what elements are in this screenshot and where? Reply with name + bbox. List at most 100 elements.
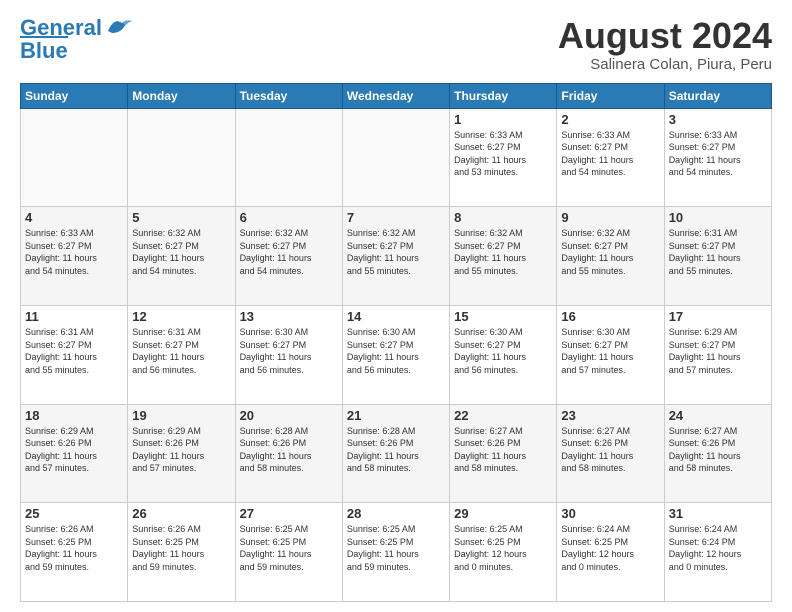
calendar-cell bbox=[235, 108, 342, 207]
day-number: 6 bbox=[240, 210, 338, 225]
logo-bird-icon bbox=[104, 15, 134, 37]
day-number: 15 bbox=[454, 309, 552, 324]
day-info: Sunrise: 6:33 AMSunset: 6:27 PMDaylight:… bbox=[669, 129, 767, 179]
calendar-cell: 3 Sunrise: 6:33 AMSunset: 6:27 PMDaylight… bbox=[664, 108, 771, 207]
calendar-cell: 26Sunrise: 6:26 AMSunset: 6:25 PMDayligh… bbox=[128, 503, 235, 602]
calendar-cell: 14 Sunrise: 6:30 AMSunset: 6:27 PMDayligh… bbox=[342, 305, 449, 404]
day-number: 5 bbox=[132, 210, 230, 225]
day-info: Sunrise: 6:28 AMSunset: 6:26 PMDaylight:… bbox=[347, 425, 445, 475]
day-header-monday: Monday bbox=[128, 83, 235, 108]
day-info: Sunrise: 6:33 AMSunset: 6:27 PMDaylight:… bbox=[25, 227, 123, 277]
day-info: Sunrise: 6:32 AMSunset: 6:27 PMDaylight:… bbox=[561, 227, 659, 277]
title-block: August 2024 Salinera Colan, Piura, Peru bbox=[558, 16, 772, 73]
day-number: 27 bbox=[240, 506, 338, 521]
calendar-cell: 5 Sunrise: 6:32 AMSunset: 6:27 PMDaylight… bbox=[128, 207, 235, 306]
day-number: 17 bbox=[669, 309, 767, 324]
calendar-cell: 12 Sunrise: 6:31 AMSunset: 6:27 PMDayligh… bbox=[128, 305, 235, 404]
day-info: Sunrise: 6:33 AMSunset: 6:27 PMDaylight:… bbox=[561, 129, 659, 179]
day-number: 23 bbox=[561, 408, 659, 423]
day-number: 14 bbox=[347, 309, 445, 324]
week-row-4: 18 Sunrise: 6:29 AMSunset: 6:26 PMDayligh… bbox=[21, 404, 772, 503]
day-info: Sunrise: 6:25 AMSunset: 6:25 PMDaylight:… bbox=[240, 523, 338, 573]
day-number: 10 bbox=[669, 210, 767, 225]
week-row-2: 4 Sunrise: 6:33 AMSunset: 6:27 PMDaylight… bbox=[21, 207, 772, 306]
day-header-thursday: Thursday bbox=[450, 83, 557, 108]
week-row-1: 1 Sunrise: 6:33 AMSunset: 6:27 PMDaylight… bbox=[21, 108, 772, 207]
calendar-cell: 1Sunrise: 6:33 AMSunset: 6:27 PMDaylight… bbox=[450, 108, 557, 207]
calendar-cell: 27 Sunrise: 6:25 AMSunset: 6:25 PMDayligh… bbox=[235, 503, 342, 602]
calendar-cell: 31 Sunrise: 6:24 AMSunset: 6:24 PMDayligh… bbox=[664, 503, 771, 602]
day-number: 19 bbox=[132, 408, 230, 423]
day-number: 16 bbox=[561, 309, 659, 324]
calendar-cell: 13 Sunrise: 6:30 AMSunset: 6:27 PMDayligh… bbox=[235, 305, 342, 404]
day-info: Sunrise: 6:32 AMSunset: 6:27 PMDaylight:… bbox=[347, 227, 445, 277]
day-number: 13 bbox=[240, 309, 338, 324]
day-info: Sunrise: 6:32 AMSunset: 6:27 PMDaylight:… bbox=[454, 227, 552, 277]
day-info: Sunrise: 6:27 AMSunset: 6:26 PMDaylight:… bbox=[669, 425, 767, 475]
day-header-saturday: Saturday bbox=[664, 83, 771, 108]
day-info: Sunrise: 6:31 AMSunset: 6:27 PMDaylight:… bbox=[25, 326, 123, 376]
calendar-cell: 28 Sunrise: 6:25 AMSunset: 6:25 PMDayligh… bbox=[342, 503, 449, 602]
calendar-cell bbox=[128, 108, 235, 207]
day-info: Sunrise: 6:30 AMSunset: 6:27 PMDaylight:… bbox=[240, 326, 338, 376]
month-title: August 2024 bbox=[558, 16, 772, 56]
days-header-row: SundayMondayTuesdayWednesdayThursdayFrid… bbox=[21, 83, 772, 108]
calendar-cell: 6Sunrise: 6:32 AMSunset: 6:27 PMDaylight… bbox=[235, 207, 342, 306]
day-number: 8 bbox=[454, 210, 552, 225]
day-info: Sunrise: 6:25 AMSunset: 6:25 PMDaylight:… bbox=[454, 523, 552, 573]
calendar-cell: 19Sunrise: 6:29 AMSunset: 6:26 PMDayligh… bbox=[128, 404, 235, 503]
calendar-cell: 15 Sunrise: 6:30 AMSunset: 6:27 PMDayligh… bbox=[450, 305, 557, 404]
day-number: 4 bbox=[25, 210, 123, 225]
day-info: Sunrise: 6:25 AMSunset: 6:25 PMDaylight:… bbox=[347, 523, 445, 573]
day-info: Sunrise: 6:24 AMSunset: 6:24 PMDaylight:… bbox=[669, 523, 767, 573]
page: General Blue August 2024 Salinera Colan,… bbox=[0, 0, 792, 612]
subtitle: Salinera Colan, Piura, Peru bbox=[558, 56, 772, 73]
week-row-3: 11 Sunrise: 6:31 AMSunset: 6:27 PMDayligh… bbox=[21, 305, 772, 404]
day-info: Sunrise: 6:24 AMSunset: 6:25 PMDaylight:… bbox=[561, 523, 659, 573]
calendar-cell: 10Sunrise: 6:31 AMSunset: 6:27 PMDayligh… bbox=[664, 207, 771, 306]
day-number: 2 bbox=[561, 112, 659, 127]
day-number: 28 bbox=[347, 506, 445, 521]
calendar-cell: 11 Sunrise: 6:31 AMSunset: 6:27 PMDayligh… bbox=[21, 305, 128, 404]
calendar-cell bbox=[342, 108, 449, 207]
day-number: 22 bbox=[454, 408, 552, 423]
week-row-5: 25 Sunrise: 6:26 AMSunset: 6:25 PMDayligh… bbox=[21, 503, 772, 602]
day-number: 7 bbox=[347, 210, 445, 225]
day-info: Sunrise: 6:27 AMSunset: 6:26 PMDaylight:… bbox=[454, 425, 552, 475]
day-header-friday: Friday bbox=[557, 83, 664, 108]
day-info: Sunrise: 6:32 AMSunset: 6:27 PMDaylight:… bbox=[132, 227, 230, 277]
day-header-tuesday: Tuesday bbox=[235, 83, 342, 108]
header: General Blue August 2024 Salinera Colan,… bbox=[20, 16, 772, 73]
day-info: Sunrise: 6:30 AMSunset: 6:27 PMDaylight:… bbox=[347, 326, 445, 376]
day-number: 21 bbox=[347, 408, 445, 423]
day-number: 30 bbox=[561, 506, 659, 521]
calendar-cell: 23 Sunrise: 6:27 AMSunset: 6:26 PMDayligh… bbox=[557, 404, 664, 503]
calendar-cell: 17 Sunrise: 6:29 AMSunset: 6:27 PMDayligh… bbox=[664, 305, 771, 404]
calendar-cell: 24Sunrise: 6:27 AMSunset: 6:26 PMDayligh… bbox=[664, 404, 771, 503]
calendar-cell: 21 Sunrise: 6:28 AMSunset: 6:26 PMDayligh… bbox=[342, 404, 449, 503]
day-info: Sunrise: 6:26 AMSunset: 6:25 PMDaylight:… bbox=[132, 523, 230, 573]
day-number: 31 bbox=[669, 506, 767, 521]
calendar-body: 1 Sunrise: 6:33 AMSunset: 6:27 PMDaylight… bbox=[21, 108, 772, 601]
day-info: Sunrise: 6:26 AMSunset: 6:25 PMDaylight:… bbox=[25, 523, 123, 573]
calendar-cell: 2 Sunrise: 6:33 AMSunset: 6:27 PMDaylight… bbox=[557, 108, 664, 207]
logo-blue: Blue bbox=[20, 36, 68, 63]
logo: General Blue bbox=[20, 16, 134, 63]
day-number: 3 bbox=[669, 112, 767, 127]
day-number: 29 bbox=[454, 506, 552, 521]
calendar-cell: 29 Sunrise: 6:25 AMSunset: 6:25 PMDayligh… bbox=[450, 503, 557, 602]
day-number: 12 bbox=[132, 309, 230, 324]
day-info: Sunrise: 6:31 AMSunset: 6:27 PMDaylight:… bbox=[132, 326, 230, 376]
day-number: 25 bbox=[25, 506, 123, 521]
day-number: 9 bbox=[561, 210, 659, 225]
day-number: 11 bbox=[25, 309, 123, 324]
calendar-cell: 7 Sunrise: 6:32 AMSunset: 6:27 PMDaylight… bbox=[342, 207, 449, 306]
day-info: Sunrise: 6:30 AMSunset: 6:27 PMDaylight:… bbox=[454, 326, 552, 376]
day-info: Sunrise: 6:29 AMSunset: 6:27 PMDaylight:… bbox=[669, 326, 767, 376]
day-info: Sunrise: 6:29 AMSunset: 6:26 PMDaylight:… bbox=[25, 425, 123, 475]
day-number: 1 bbox=[454, 112, 552, 127]
calendar-cell: 25 Sunrise: 6:26 AMSunset: 6:25 PMDayligh… bbox=[21, 503, 128, 602]
day-info: Sunrise: 6:27 AMSunset: 6:26 PMDaylight:… bbox=[561, 425, 659, 475]
day-number: 18 bbox=[25, 408, 123, 423]
calendar-cell: 9 Sunrise: 6:32 AMSunset: 6:27 PMDaylight… bbox=[557, 207, 664, 306]
